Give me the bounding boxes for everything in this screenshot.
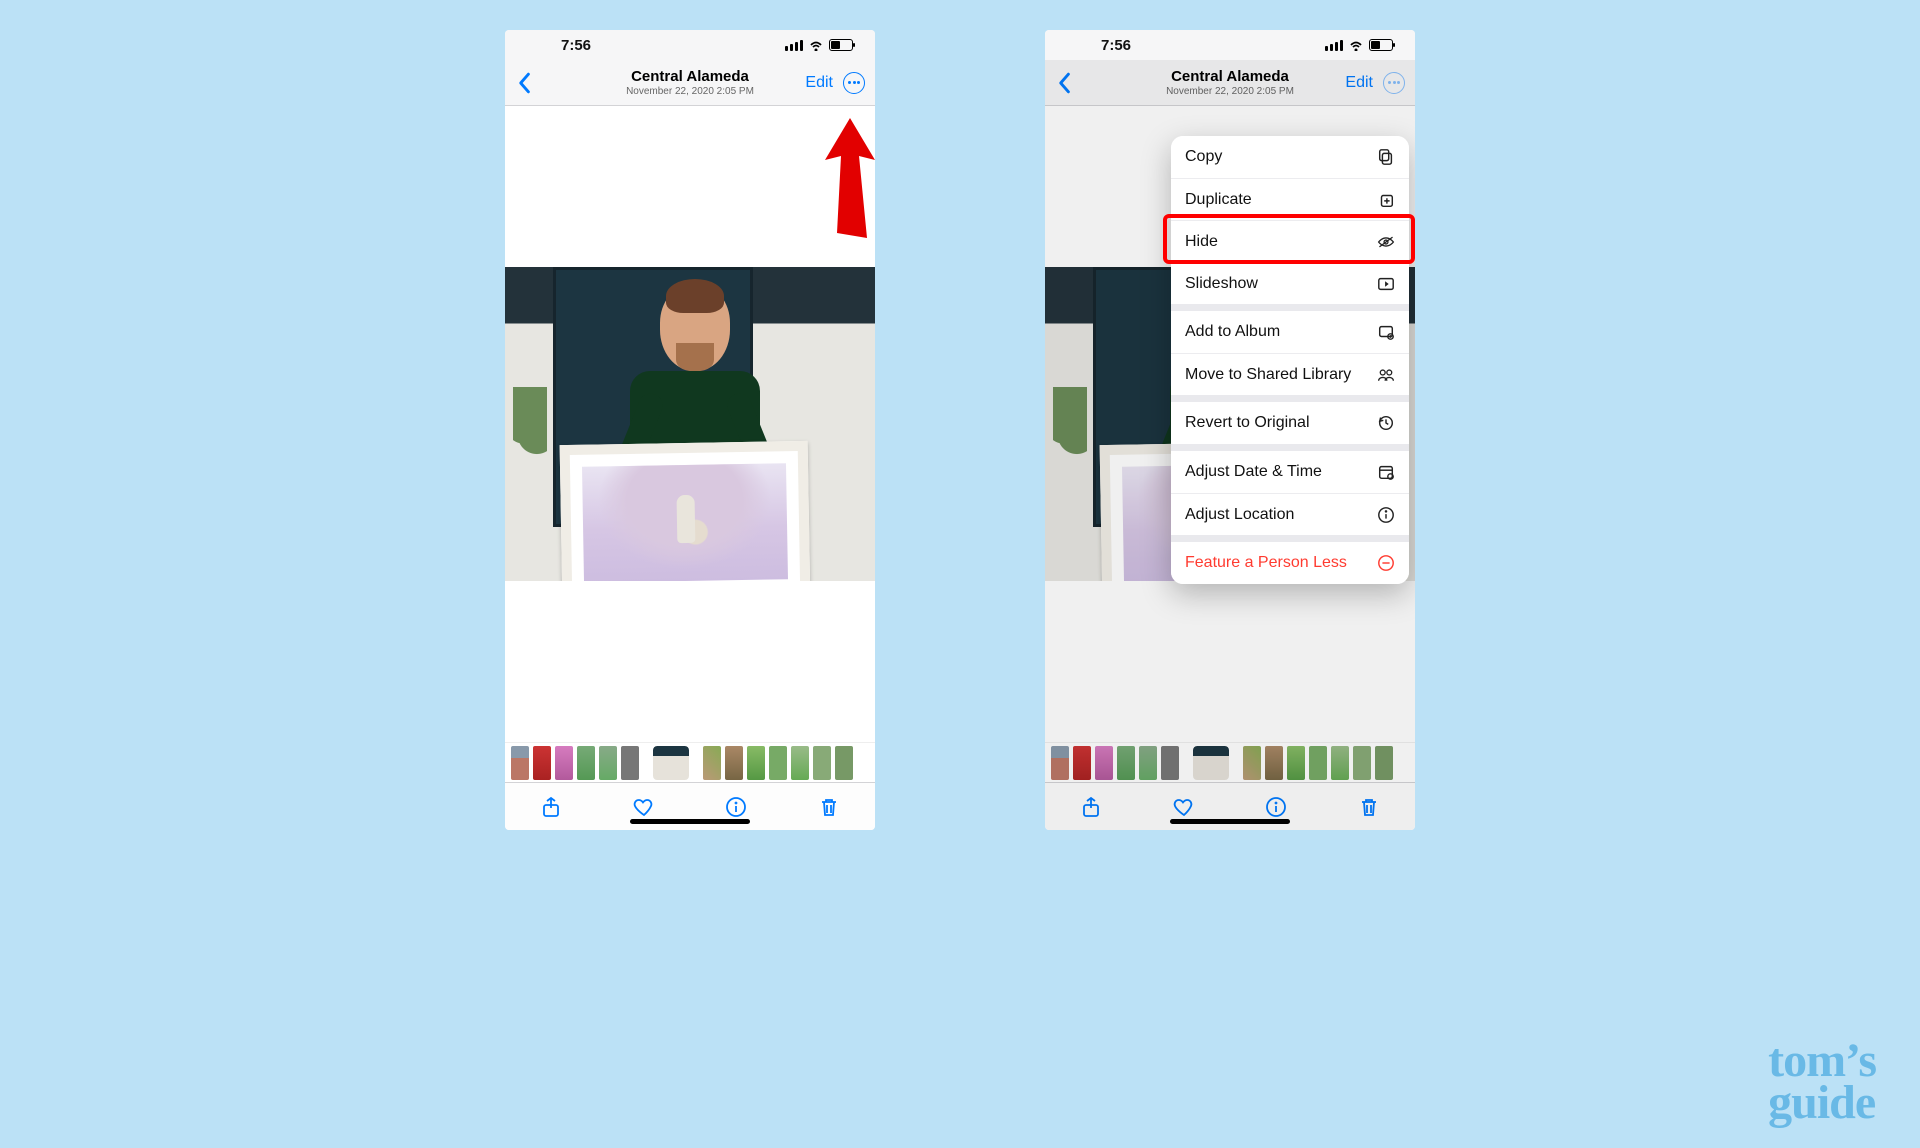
status-bar: 7:56 <box>1045 30 1415 60</box>
photo-content <box>505 267 875 581</box>
cellular-icon <box>1325 40 1343 51</box>
menu-adjust-datetime[interactable]: Adjust Date & Time <box>1171 451 1409 493</box>
favorite-icon[interactable] <box>1172 795 1196 819</box>
edit-button[interactable]: Edit <box>1345 74 1373 92</box>
duplicate-icon <box>1377 191 1395 209</box>
favorite-icon[interactable] <box>632 795 656 819</box>
thumb[interactable] <box>1287 746 1305 780</box>
home-indicator[interactable] <box>630 819 750 824</box>
menu-move-shared-label: Move to Shared Library <box>1185 366 1351 384</box>
thumb[interactable] <box>555 746 573 780</box>
more-options-button[interactable] <box>1383 72 1405 94</box>
thumb[interactable] <box>813 746 831 780</box>
share-icon[interactable] <box>539 795 563 819</box>
menu-adjust-datetime-label: Adjust Date & Time <box>1185 463 1322 481</box>
thumb[interactable] <box>1265 746 1283 780</box>
edit-button[interactable]: Edit <box>805 74 833 92</box>
thumb[interactable] <box>1243 746 1261 780</box>
thumb[interactable] <box>1051 746 1069 780</box>
thumb[interactable] <box>769 746 787 780</box>
trash-icon[interactable] <box>817 795 841 819</box>
menu-revert[interactable]: Revert to Original <box>1171 402 1409 444</box>
thumb[interactable] <box>835 746 853 780</box>
thumb[interactable] <box>1309 746 1327 780</box>
screenshot-left: 7:56 Central Alameda November 22, 2020 2… <box>505 30 875 830</box>
thumb[interactable] <box>1353 746 1371 780</box>
menu-add-to-album-label: Add to Album <box>1185 323 1280 341</box>
menu-slideshow-label: Slideshow <box>1185 275 1258 293</box>
thumb[interactable] <box>621 746 639 780</box>
menu-feature-less[interactable]: Feature a Person Less <box>1171 542 1409 584</box>
play-rect-icon <box>1377 275 1395 293</box>
trash-icon[interactable] <box>1357 795 1381 819</box>
more-options-button[interactable] <box>843 72 865 94</box>
nav-header: Central Alameda November 22, 2020 2:05 P… <box>1045 60 1415 106</box>
album-add-icon <box>1377 323 1395 341</box>
menu-move-shared[interactable]: Move to Shared Library <box>1171 353 1409 395</box>
thumb[interactable] <box>725 746 743 780</box>
menu-feature-less-label: Feature a Person Less <box>1185 554 1347 572</box>
wifi-icon <box>1348 39 1364 51</box>
menu-revert-label: Revert to Original <box>1185 414 1310 432</box>
menu-duplicate-label: Duplicate <box>1185 191 1252 209</box>
thumb[interactable] <box>791 746 809 780</box>
annotation-highlight-hide <box>1167 218 1411 260</box>
share-icon[interactable] <box>1079 795 1103 819</box>
battery-icon <box>1369 39 1393 51</box>
status-time: 7:56 <box>1067 37 1131 54</box>
revert-icon <box>1377 414 1395 432</box>
thumb[interactable] <box>1331 746 1349 780</box>
back-chevron-icon[interactable] <box>515 72 533 94</box>
thumb-current[interactable] <box>1193 746 1229 780</box>
cellular-icon <box>785 40 803 51</box>
home-indicator[interactable] <box>1170 819 1290 824</box>
copy-icon <box>1377 148 1395 166</box>
thumb[interactable] <box>599 746 617 780</box>
menu-adjust-location-label: Adjust Location <box>1185 506 1294 524</box>
thumb[interactable] <box>703 746 721 780</box>
menu-copy-label: Copy <box>1185 148 1222 166</box>
thumbnail-strip[interactable] <box>505 742 875 782</box>
nav-header: Central Alameda November 22, 2020 2:05 P… <box>505 60 875 106</box>
minus-circle-icon <box>1377 554 1395 572</box>
thumb[interactable] <box>533 746 551 780</box>
info-icon[interactable] <box>724 795 748 819</box>
menu-adjust-location[interactable]: Adjust Location <box>1171 493 1409 535</box>
back-chevron-icon[interactable] <box>1055 72 1073 94</box>
status-time: 7:56 <box>527 37 591 54</box>
menu-slideshow[interactable]: Slideshow <box>1171 262 1409 304</box>
menu-duplicate[interactable]: Duplicate <box>1171 178 1409 220</box>
thumb[interactable] <box>1161 746 1179 780</box>
calendar-icon <box>1377 463 1395 481</box>
thumb[interactable] <box>1117 746 1135 780</box>
watermark-line2: guide <box>1768 1076 1875 1129</box>
info-icon[interactable] <box>1264 795 1288 819</box>
status-bar: 7:56 <box>505 30 875 60</box>
menu-copy[interactable]: Copy <box>1171 136 1409 178</box>
thumb[interactable] <box>511 746 529 780</box>
context-menu: Copy Duplicate Hide Slideshow Add to Alb… <box>1171 136 1409 584</box>
thumb[interactable] <box>1095 746 1113 780</box>
annotation-arrow <box>815 118 875 238</box>
thumb[interactable] <box>1375 746 1393 780</box>
thumb[interactable] <box>1139 746 1157 780</box>
battery-icon <box>829 39 853 51</box>
watermark: tom’s guide <box>1768 1040 1876 1124</box>
wifi-icon <box>808 39 824 51</box>
thumb[interactable] <box>577 746 595 780</box>
people-icon <box>1377 366 1395 384</box>
thumb[interactable] <box>1073 746 1091 780</box>
menu-add-to-album[interactable]: Add to Album <box>1171 311 1409 353</box>
screenshot-right: 7:56 Central Alameda November 22, 2020 2… <box>1045 30 1415 830</box>
info-circle-icon <box>1377 506 1395 524</box>
thumb[interactable] <box>747 746 765 780</box>
thumb-current[interactable] <box>653 746 689 780</box>
thumbnail-strip[interactable] <box>1045 742 1415 782</box>
